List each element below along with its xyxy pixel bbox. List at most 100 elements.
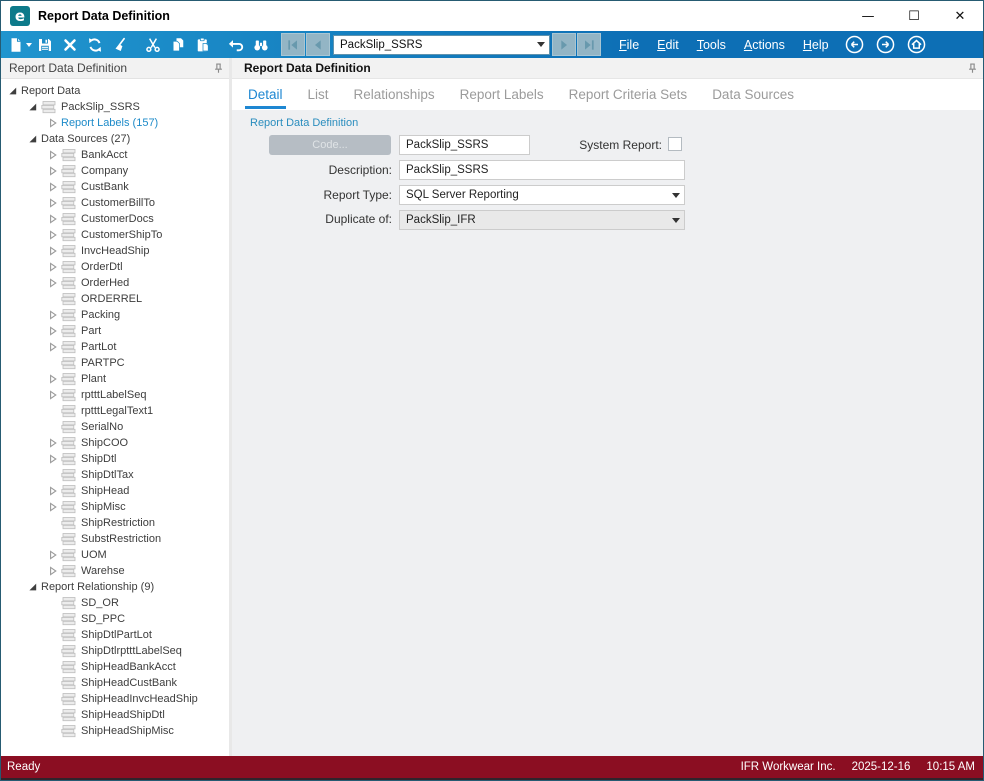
tree-node[interactable]: SD_PPC xyxy=(1,611,229,627)
tree-expand-icon[interactable] xyxy=(45,342,61,352)
copy-button[interactable] xyxy=(165,33,190,57)
search-button[interactable] xyxy=(248,33,273,57)
tree-expand-icon[interactable] xyxy=(45,278,61,288)
tree-node[interactable]: PARTPC xyxy=(1,355,229,371)
tree-node-label[interactable]: PackSlip_SSRS xyxy=(61,101,140,113)
maximize-button[interactable]: ☐ xyxy=(891,1,937,31)
tree-expand-icon[interactable] xyxy=(45,550,61,560)
tree-node-label[interactable]: ShipDtl xyxy=(81,453,116,465)
tree-node[interactable]: OrderDtl xyxy=(1,259,229,275)
menu-tools[interactable]: Tools xyxy=(697,38,726,52)
tree-node[interactable]: ShipMisc xyxy=(1,499,229,515)
tab-report-labels[interactable]: Report Labels xyxy=(457,81,547,109)
tab-report-criteria-sets[interactable]: Report Criteria Sets xyxy=(566,81,691,109)
tree-collapse-icon[interactable] xyxy=(25,582,41,592)
tree-node[interactable]: ShipDtlrptttLabelSeq xyxy=(1,643,229,659)
record-combobox-arrow[interactable] xyxy=(532,36,549,54)
report-type-arrow[interactable] xyxy=(667,186,684,204)
tree-node-label[interactable]: SD_PPC xyxy=(81,613,125,625)
tree-expand-icon[interactable] xyxy=(45,310,61,320)
tab-relationships[interactable]: Relationships xyxy=(351,81,438,109)
code-field[interactable] xyxy=(399,135,530,155)
tree-node-label[interactable]: Warehse xyxy=(81,565,125,577)
tree-node-label[interactable]: Report Labels (157) xyxy=(61,117,158,129)
main-pin-button[interactable] xyxy=(961,62,983,75)
tree-node-label[interactable]: CustomerDocs xyxy=(81,213,154,225)
tree-node[interactable]: InvcHeadShip xyxy=(1,243,229,259)
tree-pin-button[interactable] xyxy=(207,62,229,75)
tree-expand-icon[interactable] xyxy=(45,566,61,576)
menu-file[interactable]: File xyxy=(619,38,639,52)
tree-expand-icon[interactable] xyxy=(45,198,61,208)
tree-node-label[interactable]: CustBank xyxy=(81,181,129,193)
tree-node[interactable]: ORDERREL xyxy=(1,291,229,307)
tree-node[interactable]: Report Relationship (9) xyxy=(1,579,229,595)
report-type-combobox[interactable]: SQL Server Reporting xyxy=(399,185,685,205)
tree-expand-icon[interactable] xyxy=(45,438,61,448)
tree-node[interactable]: SubstRestriction xyxy=(1,531,229,547)
tree-node-label[interactable]: UOM xyxy=(81,549,107,561)
paste-button[interactable] xyxy=(190,33,215,57)
tree-expand-icon[interactable] xyxy=(45,214,61,224)
tree-node[interactable]: ShipHeadShipDtl xyxy=(1,707,229,723)
record-combobox[interactable]: PackSlip_SSRS xyxy=(333,34,550,55)
tree-node-label[interactable]: PARTPC xyxy=(81,357,125,369)
tree-node-label[interactable]: SubstRestriction xyxy=(81,533,161,545)
minimize-button[interactable]: — xyxy=(845,1,891,31)
tree-node-label[interactable]: ShipHeadShipDtl xyxy=(81,709,165,721)
tree-node[interactable]: CustomerDocs xyxy=(1,211,229,227)
tree-expand-icon[interactable] xyxy=(45,246,61,256)
menu-actions[interactable]: Actions xyxy=(744,38,785,52)
tree-node[interactable]: ShipDtl xyxy=(1,451,229,467)
tree-node-label[interactable]: Data Sources (27) xyxy=(41,133,130,145)
tree-node-label[interactable]: BankAcct xyxy=(81,149,127,161)
tree-node[interactable]: Report Labels (157) xyxy=(1,115,229,131)
tree-node-label[interactable]: rptttLegalText1 xyxy=(81,405,153,417)
tree-node[interactable]: SD_OR xyxy=(1,595,229,611)
tree-node-label[interactable]: Company xyxy=(81,165,128,177)
tree-node[interactable]: CustBank xyxy=(1,179,229,195)
delete-button[interactable] xyxy=(57,33,82,57)
tree-node-label[interactable]: CustomerBillTo xyxy=(81,197,155,209)
tree-expand-icon[interactable] xyxy=(45,454,61,464)
tree-node-label[interactable]: OrderDtl xyxy=(81,261,123,273)
tree-node[interactable]: rptttLabelSeq xyxy=(1,387,229,403)
tree-node-label[interactable]: Report Relationship (9) xyxy=(41,581,154,593)
tree-node-label[interactable]: ShipCOO xyxy=(81,437,128,449)
menu-edit[interactable]: Edit xyxy=(657,38,679,52)
tree-node-label[interactable]: ShipRestriction xyxy=(81,517,155,529)
tree-node[interactable]: OrderHed xyxy=(1,275,229,291)
tree-expand-icon[interactable] xyxy=(45,182,61,192)
tree-node[interactable]: SerialNo xyxy=(1,419,229,435)
tree-expand-icon[interactable] xyxy=(45,230,61,240)
tree-node[interactable]: ShipCOO xyxy=(1,435,229,451)
tree-node-label[interactable]: PartLot xyxy=(81,341,116,353)
duplicate-of-arrow[interactable] xyxy=(667,211,684,229)
record-combobox-value[interactable]: PackSlip_SSRS xyxy=(334,39,532,51)
back-button[interactable] xyxy=(844,34,865,55)
code-button[interactable]: Code... xyxy=(269,135,391,155)
duplicate-of-combobox[interactable]: PackSlip_IFR xyxy=(399,210,685,230)
tree-node[interactable]: ShipDtlTax xyxy=(1,467,229,483)
tree-collapse-icon[interactable] xyxy=(25,134,41,144)
tree-node[interactable]: ShipHeadCustBank xyxy=(1,675,229,691)
tree-node-label[interactable]: rptttLabelSeq xyxy=(81,389,146,401)
tree-node[interactable]: ShipRestriction xyxy=(1,515,229,531)
tree-node-label[interactable]: ShipHead xyxy=(81,485,129,497)
tree-node[interactable]: Warehse xyxy=(1,563,229,579)
tree-node[interactable]: UOM xyxy=(1,547,229,563)
tree-node[interactable]: ShipDtlPartLot xyxy=(1,627,229,643)
tree-node[interactable]: ShipHeadShipMisc xyxy=(1,723,229,739)
tree-node-label[interactable]: Packing xyxy=(81,309,120,321)
tab-detail[interactable]: Detail xyxy=(245,81,286,109)
tree-node-label[interactable]: ORDERREL xyxy=(81,293,142,305)
tree-expand-icon[interactable] xyxy=(45,374,61,384)
tree-node[interactable]: PartLot xyxy=(1,339,229,355)
tree-node[interactable]: ShipHeadBankAcct xyxy=(1,659,229,675)
new-button[interactable] xyxy=(7,33,32,57)
tree-node[interactable]: ShipHead xyxy=(1,483,229,499)
system-report-checkbox[interactable] xyxy=(668,137,682,151)
home-button[interactable] xyxy=(906,34,927,55)
refresh-button[interactable] xyxy=(82,33,107,57)
tree-node-label[interactable]: ShipHeadInvcHeadShip xyxy=(81,693,198,705)
